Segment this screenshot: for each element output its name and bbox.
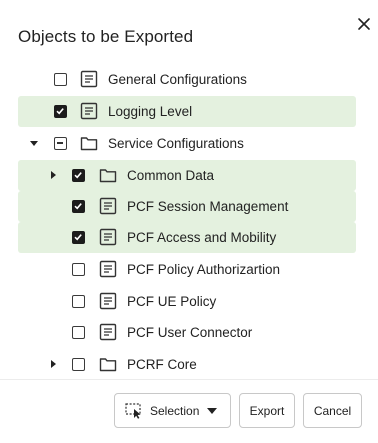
document-icon (80, 70, 98, 88)
tree-item-logging-level[interactable]: Logging Level (18, 96, 356, 127)
tree-item-pcf-policy-authorization[interactable]: PCF Policy Authorizartion (18, 254, 356, 285)
tree-item-service-configurations[interactable]: Service Configurations (18, 128, 356, 159)
tree-item-pcrf-core[interactable]: PCRF Core (18, 349, 356, 380)
footer-divider (0, 379, 378, 380)
caret-down-icon (30, 141, 38, 146)
tree-item-label: PCF UE Policy (127, 294, 217, 309)
caret-right-icon (51, 171, 56, 179)
tree-item-label: Common Data (127, 168, 215, 183)
checkmark-icon (74, 234, 82, 241)
checkbox[interactable] (54, 73, 67, 86)
tree-item-label: PCF Access and Mobility (127, 230, 277, 245)
export-button[interactable]: Export (239, 393, 295, 428)
cancel-button[interactable]: Cancel (303, 393, 362, 428)
folder-icon (80, 137, 98, 151)
selection-label: Selection (150, 404, 200, 418)
folder-icon (99, 358, 117, 372)
checkbox[interactable] (54, 137, 67, 150)
export-label: Export (249, 403, 285, 418)
selection-menu-button[interactable]: Selection (114, 393, 231, 428)
select-cursor-icon (125, 403, 141, 419)
tree-item-label: PCRF Core (127, 357, 197, 372)
document-icon (99, 260, 117, 278)
document-icon (99, 292, 117, 310)
tree-item-common-data[interactable]: Common Data (18, 160, 356, 191)
checkbox[interactable] (72, 200, 85, 213)
checkbox[interactable] (54, 105, 67, 118)
expand-toggle[interactable] (48, 170, 58, 180)
expand-toggle[interactable] (29, 138, 39, 148)
tree-item-pcf-ue-policy[interactable]: PCF UE Policy (18, 286, 356, 317)
export-dialog: Objects to be Exported General Configura… (0, 0, 378, 443)
close-button[interactable] (354, 14, 374, 34)
checkbox[interactable] (72, 169, 85, 182)
checkmark-icon (74, 203, 82, 210)
document-icon (80, 102, 98, 120)
dialog-title: Objects to be Exported (18, 27, 194, 46)
tree-item-label: PCF User Connector (127, 325, 253, 340)
tree-item-pcf-access-and-mobility[interactable]: PCF Access and Mobility (18, 222, 356, 253)
document-icon (99, 197, 117, 215)
tree-item-label: Service Configurations (108, 136, 244, 151)
tree-item-label: PCF Session Management (127, 199, 289, 214)
checkbox[interactable] (72, 358, 85, 371)
document-icon (99, 228, 117, 246)
tree-item-label: General Configurations (108, 72, 247, 87)
checkbox[interactable] (72, 263, 85, 276)
checkmark-icon (74, 172, 82, 179)
checkmark-icon (56, 108, 64, 115)
caret-down-icon (207, 408, 217, 414)
tree-item-general-configurations[interactable]: General Configurations (18, 64, 356, 95)
tree-item-pcf-user-connector[interactable]: PCF User Connector (18, 317, 356, 348)
folder-icon (99, 169, 117, 183)
tree-item-label: Logging Level (108, 104, 193, 119)
tree-item-label: PCF Policy Authorizartion (127, 262, 281, 277)
tree-item-pcf-session-management[interactable]: PCF Session Management (18, 191, 356, 222)
cancel-label: Cancel (313, 403, 352, 418)
checkbox[interactable] (72, 295, 85, 308)
caret-right-icon (51, 360, 56, 368)
checkbox[interactable] (72, 231, 85, 244)
expand-toggle[interactable] (48, 359, 58, 369)
close-icon (358, 18, 370, 30)
document-icon (99, 323, 117, 341)
checkbox[interactable] (72, 326, 85, 339)
